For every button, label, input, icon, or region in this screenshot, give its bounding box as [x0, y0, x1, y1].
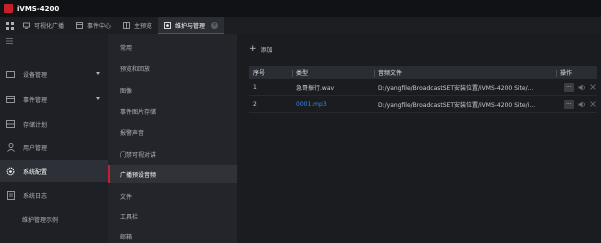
- sidebar-item-storage-schedule[interactable]: 存储计划: [0, 113, 108, 135]
- submenu-item-toolbar[interactable]: 工具栏: [108, 207, 237, 225]
- submenu-item-image[interactable]: 图像: [108, 81, 237, 99]
- event-icon: [76, 22, 83, 29]
- submenu: 常用 预览和回放 图像 事件图片存储 报警声音 门禁可视对讲 广播预设音频 文件…: [108, 34, 237, 243]
- submenu-item-alarm-sound[interactable]: 报警声音: [108, 123, 237, 141]
- sidebar-item-system-config[interactable]: 系统配置: [0, 160, 108, 182]
- play-audio-icon[interactable]: [578, 83, 586, 92]
- chevron-down-icon: [96, 97, 100, 100]
- storage-icon: [6, 120, 15, 129]
- submenu-item-email[interactable]: 邮箱: [108, 227, 237, 243]
- tab-label: 可视化广播: [34, 23, 65, 30]
- row-type: 急哥振行.wav: [296, 84, 335, 92]
- gear-icon: [6, 167, 15, 176]
- sidebar-item-label: 系统日志: [23, 192, 48, 200]
- submenu-item-label: 报警声音: [120, 129, 145, 137]
- tab-label: 维护与管理: [175, 22, 206, 30]
- submenu-item-label: 广播预设音频: [120, 171, 157, 179]
- row-operations: ···: [556, 99, 597, 109]
- play-audio-icon[interactable]: [578, 100, 586, 109]
- submenu-item-label: 常用: [120, 44, 133, 52]
- sidebar-item-event-management[interactable]: 事件管理: [0, 88, 108, 110]
- preview-icon: [123, 22, 130, 29]
- submenu-item-broadcast-audio[interactable]: 广播预设音频: [108, 165, 237, 183]
- user-icon: [6, 142, 15, 152]
- menu-icon: [6, 38, 13, 44]
- submenu-item-preview-playback[interactable]: 预览和回放: [108, 59, 237, 77]
- add-button-label: 添加: [260, 46, 273, 54]
- header-index: 序号: [253, 70, 266, 77]
- header-type: 类型: [292, 68, 374, 77]
- sidebar: 设备管理 事件管理 存储计划 用户管理 系统配置 系统日志 维护管理示例: [0, 34, 108, 243]
- main-panel: + 添加 序号 类型 音频文件 操作 1 急哥振行.wav D:/yangfil…: [237, 34, 601, 243]
- sidebar-item-device-management[interactable]: 设备管理: [0, 63, 108, 85]
- app-menu-button[interactable]: [3, 17, 17, 34]
- plus-icon: +: [249, 44, 257, 54]
- browse-button[interactable]: ···: [564, 82, 574, 92]
- row-audio-file: D:/yangfile/BroadcastSET安装位置/iVMS-4200 S…: [378, 101, 536, 109]
- delete-icon[interactable]: [590, 100, 597, 109]
- sidebar-item-label: 存储计划: [23, 121, 48, 129]
- delete-icon[interactable]: [590, 83, 597, 92]
- tab-label: 主预览: [134, 23, 153, 30]
- broadcast-icon: [23, 22, 30, 29]
- tab-main-preview[interactable]: 主预览: [117, 17, 158, 34]
- submenu-item-label: 事件图片存储: [120, 108, 157, 116]
- sidebar-item-label: 事件管理: [23, 96, 48, 104]
- table-header: 序号 类型 音频文件 操作: [249, 66, 597, 79]
- event-manage-icon: [6, 95, 15, 104]
- chevron-down-icon: [96, 72, 100, 75]
- submenu-item-event-picture-storage[interactable]: 事件图片存储: [108, 102, 237, 120]
- sidebar-item-system-log[interactable]: 系统日志: [0, 184, 108, 206]
- row-index: 1: [253, 83, 257, 91]
- row-operations: ···: [556, 82, 597, 92]
- sidebar-item-label: 维护管理示例: [22, 216, 59, 224]
- table-row[interactable]: 1 急哥振行.wav D:/yangfile/BroadcastSET安装位置/…: [249, 79, 597, 96]
- audio-table: 序号 类型 音频文件 操作 1 急哥振行.wav D:/yangfile/Bro…: [249, 66, 597, 113]
- submenu-item-access-intercom[interactable]: 门禁可视对讲: [108, 145, 237, 163]
- submenu-item-file[interactable]: 文件: [108, 187, 237, 205]
- submenu-item-label: 工具栏: [120, 213, 139, 221]
- table-row[interactable]: 2 0001.mp3 D:/yangfile/BroadcastSET安装位置/…: [249, 96, 597, 113]
- row-index: 2: [253, 100, 257, 108]
- log-icon: [6, 190, 15, 200]
- submenu-item-general[interactable]: 常用: [108, 38, 237, 56]
- row-audio-file: D:/yangfile/BroadcastSET安装位置/iVMS-4200 S…: [378, 84, 534, 92]
- sidebar-item-maintenance-example[interactable]: 维护管理示例: [0, 208, 108, 230]
- sidebar-item-label: 用户管理: [23, 144, 48, 152]
- sidebar-item-label: 设备管理: [23, 71, 48, 79]
- sidebar-item-label: 系统配置: [23, 168, 48, 176]
- submenu-item-label: 门禁可视对讲: [120, 151, 157, 159]
- submenu-item-label: 图像: [120, 87, 133, 95]
- grid-icon: [6, 21, 14, 30]
- maintenance-icon: [164, 21, 171, 29]
- sidebar-collapse-button[interactable]: [0, 34, 108, 48]
- close-tab-icon[interactable]: ×: [211, 21, 219, 29]
- app-title: iVMS-4200: [17, 4, 60, 13]
- browse-button[interactable]: ···: [564, 99, 574, 109]
- submenu-item-label: 预览和回放: [120, 65, 151, 73]
- row-type[interactable]: 0001.mp3: [292, 101, 374, 108]
- title-bar: iVMS-4200: [0, 0, 601, 17]
- tab-maintenance[interactable]: 维护与管理 ×: [158, 17, 225, 34]
- top-tab-bar: 可视化广播 事件中心 主预览 维护与管理 ×: [0, 17, 601, 34]
- device-icon: [6, 70, 15, 79]
- sidebar-item-user-management[interactable]: 用户管理: [0, 136, 108, 158]
- header-audio-file: 音频文件: [374, 68, 556, 77]
- header-operations: 操作: [556, 68, 597, 77]
- add-button[interactable]: + 添加: [249, 44, 273, 54]
- tab-event-center[interactable]: 事件中心: [70, 17, 117, 34]
- submenu-item-label: 邮箱: [120, 233, 133, 241]
- submenu-item-label: 文件: [120, 193, 133, 201]
- hikvision-logo-icon: [4, 4, 13, 13]
- tab-label: 事件中心: [87, 23, 112, 30]
- tab-visual-broadcast[interactable]: 可视化广播: [17, 17, 70, 34]
